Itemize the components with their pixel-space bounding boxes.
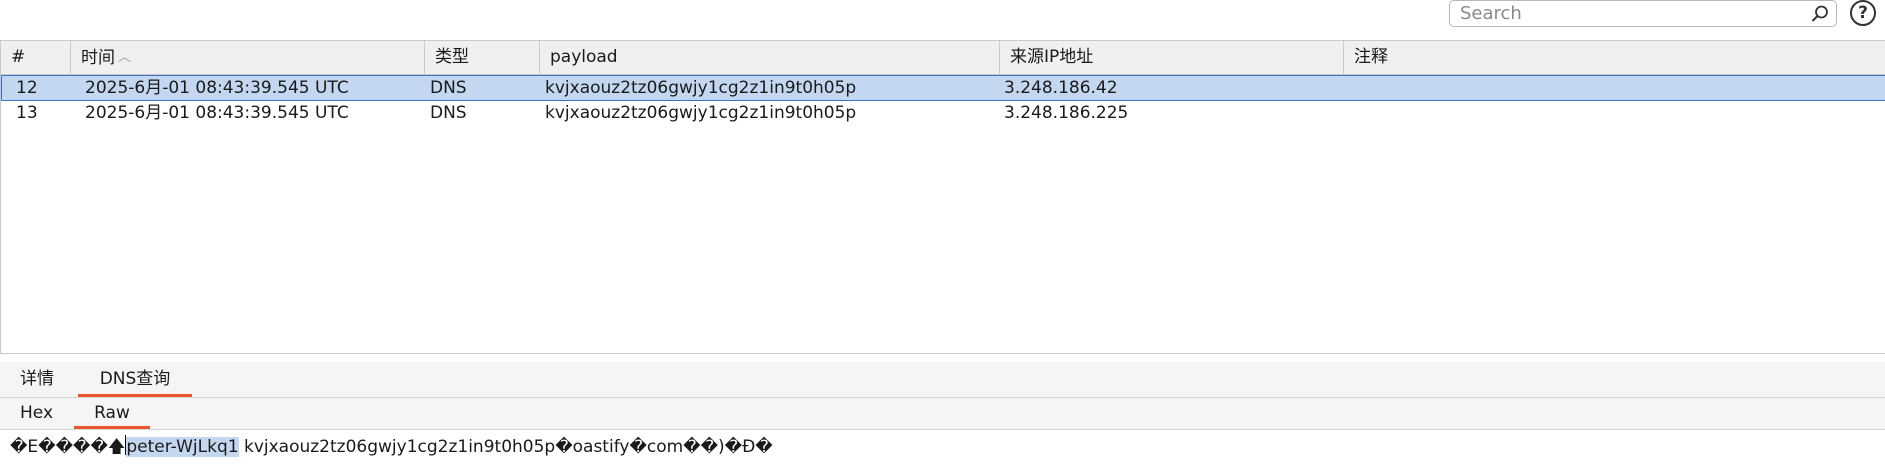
tab-hex[interactable]: Hex [20,398,53,429]
active-tab-indicator [74,426,150,429]
search-box[interactable] [1449,0,1837,27]
cell-time: 2025-6月-01 08:43:39.545 UTC [85,78,349,98]
column-header-source-ip[interactable]: 来源IP地址 [1000,41,1344,74]
help-icon[interactable]: ? [1850,0,1876,26]
cell-number: 13 [16,103,38,123]
search-input[interactable] [1458,2,1798,25]
tab-raw[interactable]: Raw [74,398,150,429]
column-header-payload[interactable]: payload [540,41,1000,74]
interactions-table: # 时间 ︿ 类型 payload 来源IP地址 注释 12 2025-6月-01… [0,40,1885,354]
cell-comment [1339,101,1349,127]
cell-type: DNS [430,103,467,123]
cell-payload: kvjxaouz2tz06gwjy1cg2z1in9t0h05p [545,103,857,123]
table-row[interactable]: 13 2025-6月-01 08:43:39.545 UTC DNS kvjxa… [1,101,1885,127]
column-header-comment[interactable]: 注释 [1344,41,1885,74]
cell-number: 12 [16,78,38,98]
tab-dns-query[interactable]: DNS查询 [78,362,192,397]
raw-selected-text[interactable]: peter-WjLkq1 [126,437,239,457]
raw-prefix: �E���� [10,437,108,457]
cell-payload: kvjxaouz2tz06gwjy1cg2z1in9t0h05p [545,78,857,98]
table-header: # 时间 ︿ 类型 payload 来源IP地址 注释 [1,41,1885,75]
cell-type: DNS [430,78,467,98]
tab-details[interactable]: 详情 [20,362,54,397]
cell-source-ip: 3.248.186.42 [1004,78,1118,98]
table-row[interactable]: 12 2025-6月-01 08:43:39.545 UTC DNS kvjxa… [1,75,1885,101]
column-header-number[interactable]: # [1,41,71,74]
active-tab-indicator [78,394,192,397]
arrow-up-icon: 🡅 [107,437,126,457]
toolbar: ? [0,0,1885,40]
column-header-time[interactable]: 时间 ︿ [71,41,425,74]
sort-ascending-icon: ︿ [118,50,132,65]
column-header-type[interactable]: 类型 [425,41,540,74]
detail-tabbar: 详情 DNS查询 [0,362,1885,398]
raw-rest: kvjxaouz2tz06gwjy1cg2z1in9t0h05p�oastify… [238,437,773,457]
search-icon[interactable] [1810,4,1830,24]
cell-time: 2025-6月-01 08:43:39.545 UTC [85,103,349,123]
cell-comment [1339,76,1349,102]
raw-content[interactable]: �E����🡅peter-WjLkq1 kvjxaouz2tz06gwjy1cg… [0,432,1885,465]
view-tabbar: Hex Raw [0,398,1885,430]
cell-source-ip: 3.248.186.225 [1004,103,1129,123]
